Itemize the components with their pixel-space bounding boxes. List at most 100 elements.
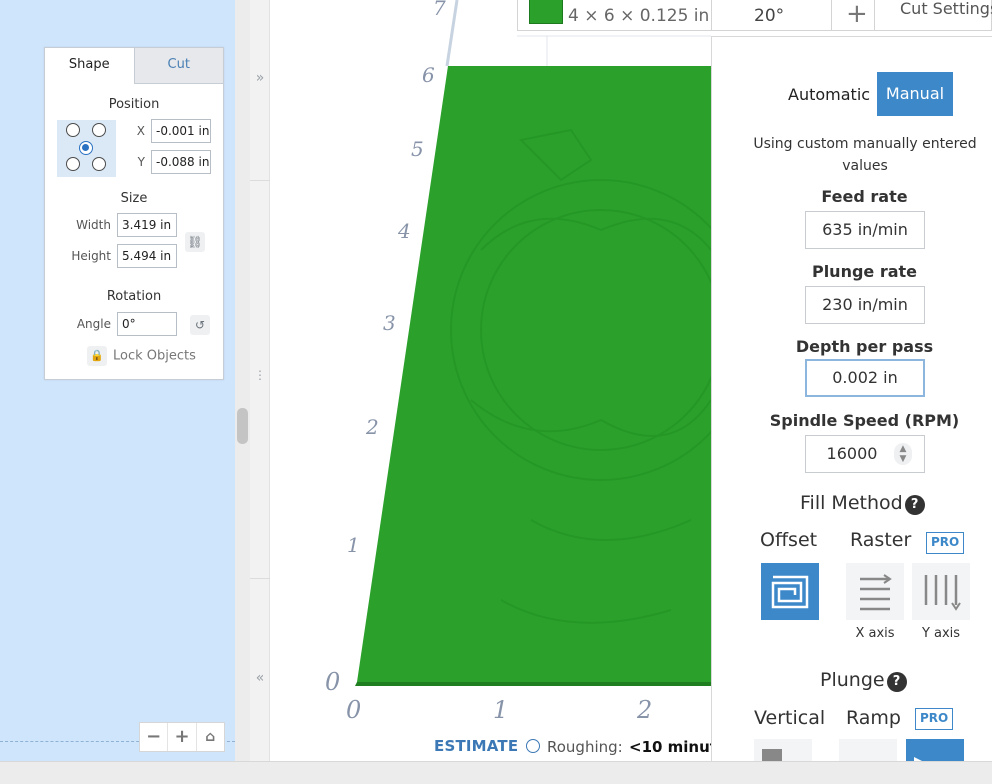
zoom-in-icon[interactable]: + bbox=[168, 723, 197, 751]
pro-badge: PRO bbox=[926, 532, 965, 554]
help-icon[interactable]: ? bbox=[904, 495, 925, 515]
expand-right-icon[interactable]: » bbox=[253, 70, 267, 86]
x-position-input[interactable]: -0.001 in bbox=[151, 119, 211, 143]
shape-properties-card: Shape Cut Position X -0.001 in Y -0.088 … bbox=[44, 47, 224, 380]
height-input[interactable]: 5.494 in bbox=[117, 244, 177, 268]
plunge-rate-label: Plunge rate bbox=[811, 262, 918, 281]
x-label: X bbox=[136, 124, 145, 138]
y-label: Y bbox=[137, 155, 145, 169]
x-tick-label: 0 bbox=[346, 696, 362, 724]
divider-segment bbox=[250, 180, 270, 181]
raster-x-icon bbox=[860, 574, 892, 611]
toolbar-divider bbox=[711, 0, 712, 31]
y-tick-label: 0 bbox=[325, 668, 341, 696]
vertical-label: Vertical bbox=[754, 707, 826, 729]
raster-y-icon bbox=[924, 575, 961, 611]
manual-mode-button[interactable]: Manual bbox=[877, 72, 953, 116]
fill-method-title: Fill Method? bbox=[800, 492, 925, 515]
angle-input[interactable]: 0° bbox=[117, 312, 177, 336]
reset-rotation-icon[interactable]: ↺ bbox=[190, 315, 210, 335]
feed-rate-input[interactable]: 635 in/min bbox=[805, 211, 925, 249]
material-color-swatch[interactable] bbox=[529, 0, 563, 24]
rotation-title: Rotation bbox=[106, 289, 162, 304]
plunge-rate-input[interactable]: 230 in/min bbox=[805, 286, 925, 324]
ramp-label: Ramp bbox=[846, 707, 901, 729]
pro-badge: PRO bbox=[915, 708, 954, 730]
spindle-speed-label: Spindle Speed (RPM) bbox=[769, 411, 960, 430]
origin-top-right-radio[interactable] bbox=[92, 123, 106, 137]
toolbar-divider bbox=[874, 0, 875, 31]
x-tick-label: 2 bbox=[637, 696, 653, 724]
help-icon[interactable]: ? bbox=[886, 672, 907, 692]
origin-bottom-right-radio[interactable] bbox=[92, 157, 106, 171]
position-title: Position bbox=[108, 97, 160, 112]
y-tick-label: 4 bbox=[398, 219, 411, 243]
fill-method-label: Fill Method bbox=[800, 492, 903, 514]
plus-icon[interactable]: + bbox=[846, 0, 868, 29]
angle-label: Angle bbox=[76, 317, 111, 331]
offset-fill-button[interactable] bbox=[761, 563, 819, 620]
clock-icon bbox=[525, 739, 540, 753]
plunge-title: Plunge? bbox=[820, 669, 907, 692]
left-sidebar: Shape Cut Position X -0.001 in Y -0.088 … bbox=[0, 0, 235, 761]
material-size-label[interactable]: 4 × 6 × 0.125 in bbox=[568, 6, 709, 26]
lock-objects-label: Lock Objects bbox=[113, 348, 196, 364]
raster-label: Raster bbox=[850, 529, 912, 551]
x-axis-caption: X axis bbox=[855, 626, 895, 641]
y-tick-label: 7 bbox=[433, 0, 446, 20]
stock-edge bbox=[355, 682, 711, 686]
unlink-aspect-icon[interactable]: ⛓ bbox=[185, 232, 205, 252]
home-icon[interactable]: ⌂ bbox=[197, 723, 224, 751]
spinner-icon[interactable]: ▲ ▼ bbox=[894, 443, 912, 465]
y-tick-label: 3 bbox=[383, 311, 396, 335]
width-input[interactable]: 3.419 in bbox=[117, 213, 177, 237]
material-toolbar: 4 × 6 × 0.125 in 20° + Cut Settings bbox=[517, 0, 992, 31]
collapse-left-icon[interactable]: « bbox=[253, 670, 267, 686]
design-canvas[interactable]: 7 6 5 4 3 2 1 0 0 1 2 bbox=[271, 0, 752, 761]
lock-icon: 🔒 bbox=[87, 346, 107, 366]
offset-label: Offset bbox=[760, 529, 818, 551]
sidebar-scroll-thumb[interactable] bbox=[237, 408, 248, 444]
spindle-speed-value: 16000 bbox=[826, 444, 878, 463]
lock-objects-button[interactable]: 🔒 Lock Objects bbox=[87, 346, 196, 366]
automatic-mode-button[interactable]: Automatic bbox=[788, 85, 870, 104]
origin-top-left-radio[interactable] bbox=[66, 123, 80, 137]
origin-selector bbox=[57, 120, 116, 177]
bit-angle-label[interactable]: 20° bbox=[754, 6, 784, 26]
origin-center-radio[interactable] bbox=[79, 141, 93, 155]
sidebar-scrollbar[interactable] bbox=[235, 0, 250, 761]
feed-rate-label: Feed rate bbox=[821, 187, 908, 206]
y-axis-caption: Y axis bbox=[921, 626, 961, 641]
toolbar-divider bbox=[831, 0, 832, 31]
bottom-status-bar bbox=[0, 761, 992, 784]
panel-divider: » ⋮ « bbox=[250, 0, 270, 784]
cut-settings-button[interactable]: Cut Settings bbox=[900, 0, 992, 18]
origin-bottom-left-radio[interactable] bbox=[66, 157, 80, 171]
cut-settings-panel: Automatic Manual Using custom manually e… bbox=[711, 36, 992, 784]
app-root: Shape Cut Position X -0.001 in Y -0.088 … bbox=[0, 0, 992, 784]
drag-handle-icon[interactable]: ⋮ bbox=[253, 368, 267, 382]
y-tick-label: 5 bbox=[411, 137, 424, 161]
divider-segment bbox=[250, 578, 270, 579]
estimate-button[interactable]: ESTIMATE bbox=[434, 737, 540, 755]
height-label: Height bbox=[71, 249, 111, 263]
raster-y-button[interactable] bbox=[912, 563, 970, 620]
size-title: Size bbox=[120, 191, 148, 206]
y-tick-label: 1 bbox=[347, 533, 360, 557]
roughing-time-value: <10 minutes bbox=[629, 738, 711, 756]
zoom-out-icon[interactable]: − bbox=[140, 723, 169, 751]
y-position-input[interactable]: -0.088 in bbox=[151, 150, 211, 174]
y-tick-label: 2 bbox=[366, 415, 379, 439]
tab-shape[interactable]: Shape bbox=[45, 48, 134, 84]
roughing-label: Roughing: bbox=[547, 738, 623, 756]
tab-cut[interactable]: Cut bbox=[133, 48, 223, 84]
raster-x-button[interactable] bbox=[846, 563, 904, 620]
stock-outline-line bbox=[445, 0, 459, 67]
manual-values-info: Using custom manually entered values bbox=[753, 136, 977, 174]
y-tick-label: 6 bbox=[422, 63, 435, 87]
spindle-speed-input[interactable]: 16000 ▲ ▼ bbox=[805, 435, 925, 473]
x-tick-label: 1 bbox=[493, 696, 509, 724]
offset-spiral-icon bbox=[771, 575, 809, 609]
plunge-label: Plunge bbox=[820, 669, 885, 691]
depth-per-pass-input[interactable]: 0.002 in bbox=[805, 359, 925, 397]
